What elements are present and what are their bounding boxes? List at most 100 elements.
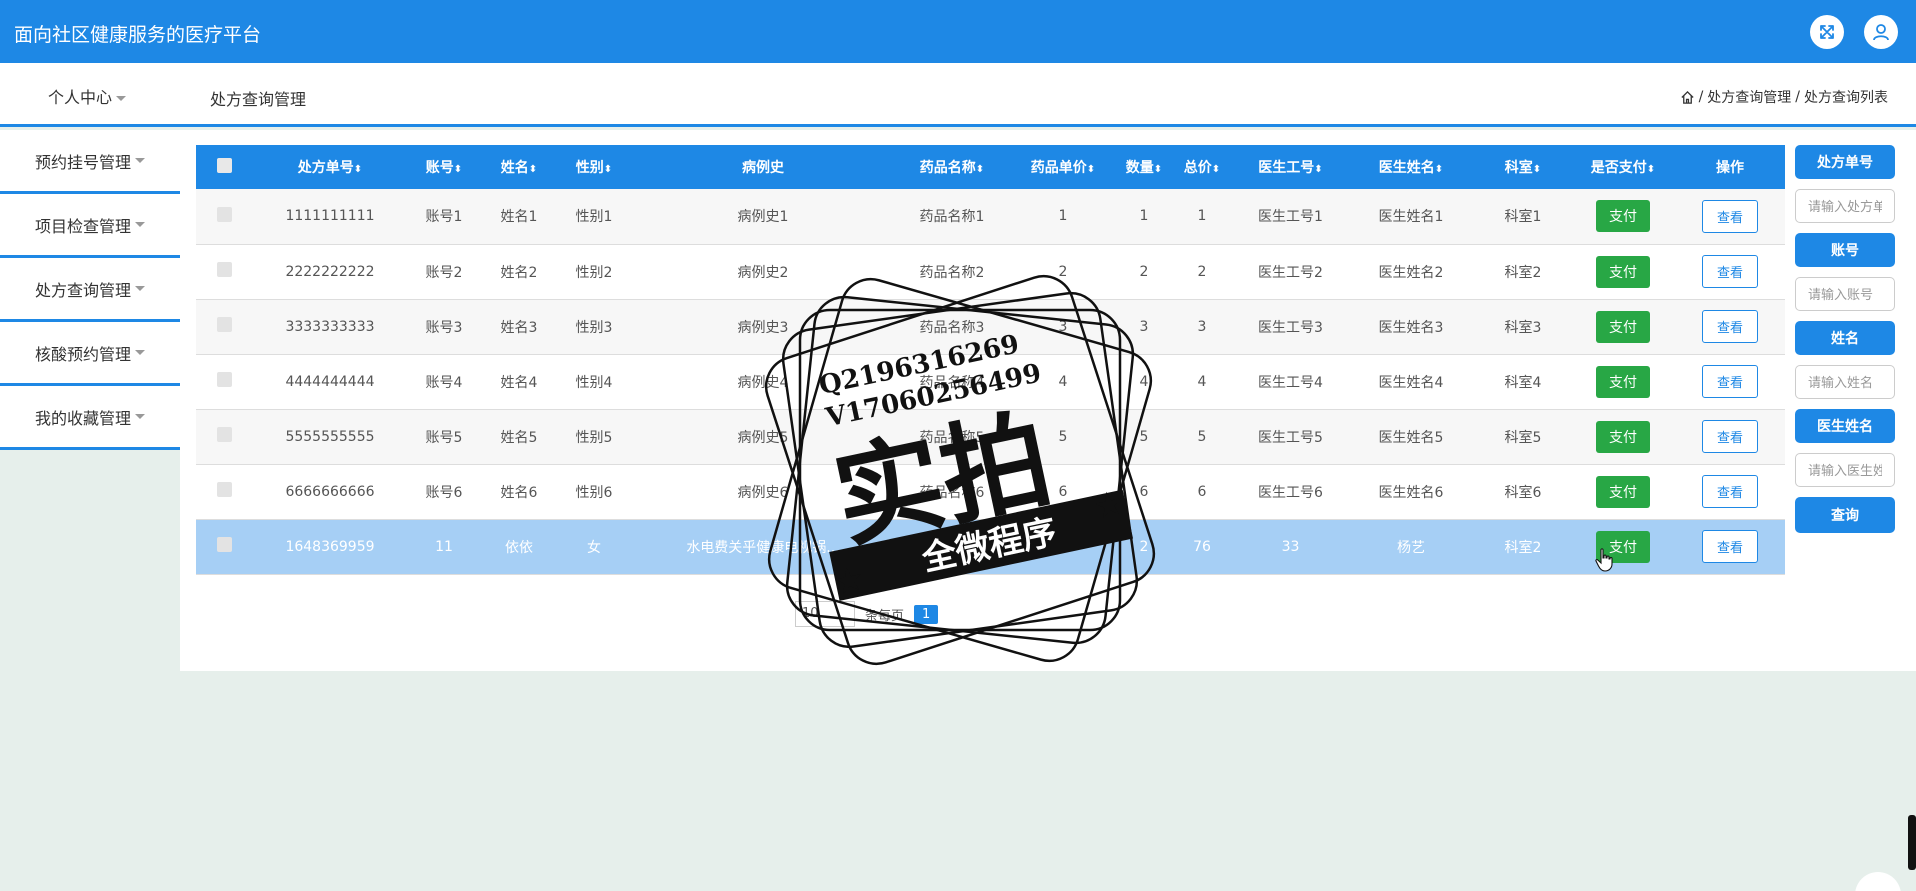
- header-label: 医生姓名: [1378, 160, 1435, 176]
- table-cell: 姓名3: [480, 299, 558, 355]
- table-cell: 5555555555: [252, 409, 408, 465]
- scrollbar-thumb[interactable]: [1908, 815, 1916, 870]
- header-cell[interactable]: 医生姓名⬍: [1347, 145, 1475, 189]
- action-cell: 查看: [1675, 519, 1785, 575]
- user-avatar-button[interactable]: [1864, 15, 1898, 49]
- pay-cell: 支付: [1571, 354, 1675, 410]
- action-cell: 查看: [1675, 244, 1785, 300]
- table-cell: 医生姓名2: [1347, 244, 1475, 300]
- view-button[interactable]: 查看: [1701, 199, 1758, 233]
- header-cell[interactable]: 药品单价⬍: [1008, 145, 1118, 189]
- user-center-menu[interactable]: 个人中心: [48, 84, 127, 108]
- row-select-cell[interactable]: [196, 189, 252, 245]
- table-cell: 姓名1: [480, 189, 558, 245]
- header-label: 科室: [1504, 160, 1533, 176]
- sort-icon: ⬍: [1532, 164, 1542, 175]
- table-cell: 账号4: [408, 354, 480, 410]
- table-cell: 科室2: [1475, 519, 1571, 575]
- breadcrumb-separator: /: [1698, 89, 1704, 105]
- row-select-cell[interactable]: [196, 299, 252, 355]
- header-cell[interactable]: 是否支付⬍: [1571, 145, 1675, 189]
- breadcrumb: / 处方查询管理 / 处方查询列表: [1680, 87, 1888, 107]
- sidebar-item-checkup[interactable]: 项目检查管理: [0, 194, 180, 258]
- header-cell[interactable]: 科室⬍: [1475, 145, 1571, 189]
- sidebar-item-favorites[interactable]: 我的收藏管理: [0, 386, 180, 450]
- user-center-label: 个人中心: [48, 88, 113, 107]
- account-input[interactable]: [1795, 277, 1895, 311]
- sidebar-item-appointment[interactable]: 预约挂号管理: [0, 130, 180, 194]
- header-cell[interactable]: 医生工号⬍: [1234, 145, 1347, 189]
- pay-cell: 支付: [1571, 519, 1675, 575]
- header-cell[interactable]: 总价⬍: [1170, 145, 1234, 189]
- sidebar-item-label: 处方查询管理: [34, 280, 131, 300]
- back-to-top-button[interactable]: [1855, 872, 1901, 891]
- view-button[interactable]: 查看: [1701, 255, 1758, 288]
- header-cell[interactable]: 账号⬍: [408, 145, 480, 189]
- row-checkbox[interactable]: [216, 317, 232, 332]
- table-cell: 医生工号6: [1234, 464, 1347, 520]
- row-checkbox[interactable]: [216, 482, 232, 497]
- row-select-cell[interactable]: [196, 244, 252, 300]
- table-cell: 杨艺: [1347, 519, 1475, 575]
- row-select-cell[interactable]: [196, 519, 252, 575]
- header-label: 姓名: [500, 160, 529, 176]
- row-checkbox[interactable]: [216, 262, 232, 277]
- header-select-all[interactable]: [196, 145, 252, 189]
- table-cell: 女: [558, 519, 630, 575]
- row-checkbox[interactable]: [216, 427, 232, 442]
- header-cell[interactable]: 性别⬍: [558, 145, 630, 189]
- header-label: 处方单号: [297, 160, 354, 176]
- table-cell: 性别5: [558, 409, 630, 465]
- header-cell[interactable]: 处方单号⬍: [252, 145, 408, 189]
- pay-cell: 支付: [1571, 189, 1675, 245]
- table-cell: 1: [1008, 189, 1118, 245]
- header-cell[interactable]: 药品名称⬍: [896, 145, 1008, 189]
- pay-button[interactable]: 支付: [1596, 420, 1650, 453]
- pay-button[interactable]: 支付: [1596, 310, 1650, 343]
- select-all-checkbox[interactable]: [216, 157, 232, 173]
- expand-icon: [1820, 25, 1834, 39]
- header-label: 总价: [1183, 160, 1212, 176]
- row-select-cell[interactable]: [196, 354, 252, 410]
- header-cell[interactable]: 数量⬍: [1118, 145, 1170, 189]
- fullscreen-button[interactable]: [1810, 15, 1844, 49]
- name-input[interactable]: [1795, 365, 1895, 399]
- sort-icon: ⬍: [1314, 164, 1323, 175]
- row-checkbox[interactable]: [216, 372, 232, 387]
- table-cell: 33: [1234, 519, 1347, 575]
- view-button[interactable]: 查看: [1701, 530, 1758, 563]
- table-cell: 3: [1170, 299, 1234, 355]
- table-row[interactable]: 1111111111 账号1 姓名1 性别1 病例史1 药品名称1 1 1 1 医生工号1 医生姓名…: [196, 189, 1785, 245]
- row-select-cell[interactable]: [196, 409, 252, 465]
- doctor-name-input[interactable]: [1795, 453, 1895, 487]
- page-title: 处方查询管理: [210, 90, 307, 109]
- view-button[interactable]: 查看: [1701, 420, 1758, 453]
- view-button[interactable]: 查看: [1701, 475, 1758, 508]
- sidebar-item-prescription[interactable]: 处方查询管理: [0, 258, 180, 322]
- pay-button[interactable]: 支付: [1596, 475, 1650, 508]
- search-label-account: 账号: [1795, 233, 1895, 267]
- home-icon[interactable]: [1680, 90, 1695, 105]
- header-label: 性别: [575, 160, 604, 176]
- table-cell: 医生工号3: [1234, 299, 1347, 355]
- sidebar-item-label: 项目检查管理: [34, 216, 131, 236]
- table-cell: 3333333333: [252, 299, 408, 355]
- chevron-down-icon: [116, 96, 127, 101]
- pay-button[interactable]: 支付: [1596, 255, 1650, 288]
- sidebar-item-nucleic-acid[interactable]: 核酸预约管理: [0, 322, 180, 386]
- header-cell: 病例史: [630, 145, 896, 189]
- sort-icon: ⬍: [1434, 164, 1444, 175]
- view-button[interactable]: 查看: [1701, 310, 1758, 343]
- row-select-cell[interactable]: [196, 464, 252, 520]
- row-checkbox[interactable]: [216, 206, 232, 222]
- view-button[interactable]: 查看: [1701, 365, 1758, 398]
- breadcrumb-item-level1[interactable]: 处方查询管理: [1707, 87, 1791, 107]
- prescription-no-input[interactable]: [1795, 189, 1895, 223]
- row-checkbox[interactable]: [216, 537, 232, 552]
- sort-icon: ⬍: [1153, 164, 1163, 175]
- pay-button[interactable]: 支付: [1596, 200, 1650, 233]
- table-cell: 账号5: [408, 409, 480, 465]
- header-cell[interactable]: 姓名⬍: [480, 145, 558, 189]
- search-button[interactable]: 查询: [1795, 497, 1895, 533]
- pay-button[interactable]: 支付: [1596, 365, 1650, 398]
